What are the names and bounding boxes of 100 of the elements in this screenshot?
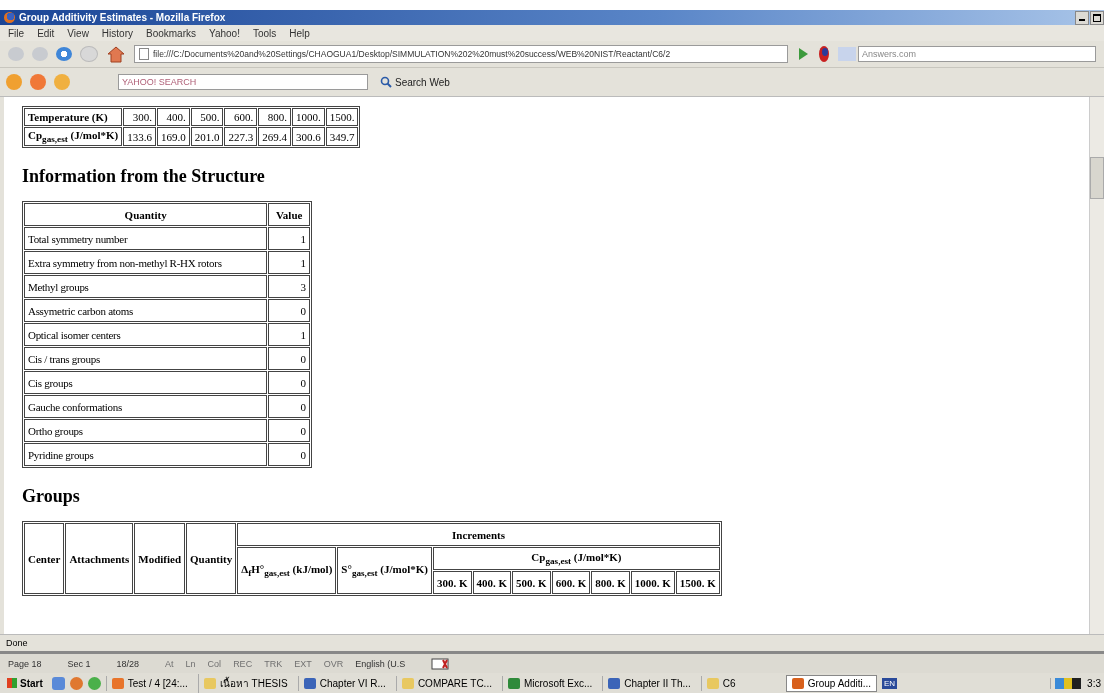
status-indicator: TRK bbox=[264, 658, 283, 669]
table-cell: 0 bbox=[268, 395, 310, 419]
column-header: Cp$_{gas,est}$ (J/mol*K) bbox=[433, 547, 720, 571]
table-cell: 133.6 bbox=[123, 127, 156, 147]
status-indicator: At bbox=[165, 658, 174, 669]
status-indicator: Sec 1 bbox=[67, 658, 91, 669]
table-cell: 0 bbox=[268, 419, 310, 443]
status-indicator: English (U.S bbox=[355, 658, 406, 669]
column-header: 1000. K bbox=[630, 571, 675, 595]
column-header: Attachments bbox=[65, 523, 134, 595]
table-cell: 269.4 bbox=[258, 127, 291, 147]
status-indicator: 18/28 bbox=[116, 658, 140, 669]
menu-item[interactable]: File bbox=[8, 27, 25, 39]
menu-item[interactable]: Tools bbox=[252, 27, 277, 39]
table-cell: Assymetric carbon atoms bbox=[24, 299, 268, 323]
taskbar-button[interactable]: Chapter VI R... bbox=[297, 675, 391, 691]
taskbar-button[interactable]: COMPARE TC... bbox=[395, 675, 497, 691]
table-cell: 0 bbox=[268, 347, 310, 371]
start-button[interactable]: Start bbox=[3, 675, 47, 691]
column-header: Value bbox=[268, 203, 310, 227]
address-field[interactable]: file:///C:/Documents%20and%20Settings/CHAOGUA1/Desktop/SIMMULATION%202%20must%20success/WEB%20NIST/Reactant/C6/2 bbox=[134, 45, 788, 63]
table-cell: 0 bbox=[268, 299, 310, 323]
table-cell: 300. bbox=[123, 108, 156, 126]
status-indicator: Ln bbox=[185, 658, 196, 669]
column-header: Center bbox=[24, 523, 65, 595]
book-icon bbox=[431, 657, 450, 670]
table-cell: Total symmetry number bbox=[24, 227, 268, 251]
taskbar-button[interactable]: C6 bbox=[700, 675, 741, 691]
table-cell: 1 bbox=[268, 251, 310, 275]
firefox-icon bbox=[4, 12, 15, 23]
table-cell: Extra symmetry from non-methyl R-HX rotors bbox=[24, 251, 268, 275]
column-header: Quantity bbox=[24, 203, 268, 227]
taskbar-button[interactable]: Chapter II Th... bbox=[602, 675, 696, 691]
table-cell: Pyridine groups bbox=[24, 443, 268, 467]
section-heading: Groups bbox=[22, 486, 81, 508]
table-cell: 349.7 bbox=[325, 127, 359, 147]
search-button[interactable]: Search Web bbox=[376, 74, 454, 90]
scrollbar[interactable] bbox=[1089, 97, 1104, 634]
table-cell: 800. bbox=[258, 108, 291, 126]
table-cell: 227.3 bbox=[224, 127, 258, 147]
menu-item[interactable]: Bookmarks bbox=[146, 27, 196, 39]
table-cell: 1 bbox=[268, 227, 310, 251]
table-cell: 169.0 bbox=[156, 127, 190, 147]
table-cell: 201.0 bbox=[190, 127, 224, 147]
window-title: Group Additivity Estimates - Mozilla Firefox bbox=[19, 12, 227, 23]
maximize-button[interactable] bbox=[1090, 10, 1104, 25]
table-cell: Cis / trans groups bbox=[24, 347, 268, 371]
menu-item[interactable]: History bbox=[101, 27, 133, 39]
status-indicator: Col bbox=[207, 658, 222, 669]
taskbar-button[interactable]: Group Additi... bbox=[785, 674, 877, 692]
status-indicator: OVR bbox=[323, 658, 344, 669]
column-header: 600. K bbox=[551, 571, 591, 595]
table-cell: 3 bbox=[268, 275, 310, 299]
table-cell: Gauche conformations bbox=[24, 395, 268, 419]
table-cell: Methyl groups bbox=[24, 275, 268, 299]
table-cell: 1500. bbox=[325, 108, 359, 126]
column-header: 1500. K bbox=[675, 571, 720, 595]
search-icon bbox=[380, 76, 392, 88]
menu-item[interactable]: Help bbox=[289, 27, 310, 39]
menu-item[interactable]: Edit bbox=[37, 27, 55, 39]
column-header: Δ$_{f}$H°$_{gas,est}$ (kJ/mol) bbox=[237, 547, 337, 595]
table-cell: 1000. bbox=[291, 108, 325, 126]
search-field[interactable]: Answers.com bbox=[858, 46, 1096, 62]
table-header-cell: Temperature (K) bbox=[24, 108, 123, 126]
column-header: Modified bbox=[134, 523, 186, 595]
column-header: 500. K bbox=[512, 571, 551, 595]
clock: 3:3 bbox=[1087, 677, 1101, 689]
bug-icon[interactable] bbox=[818, 45, 830, 63]
minimize-button[interactable] bbox=[1075, 10, 1089, 25]
column-header: S°$_{gas,est}$ (J/mol*K) bbox=[337, 547, 432, 595]
table-header-cell: Cp$_{gas,est}$ (J/mol*K) bbox=[24, 127, 123, 147]
taskbar-button[interactable]: Microsoft Exc... bbox=[501, 675, 598, 691]
menu-item[interactable]: Yahoo! bbox=[209, 27, 240, 39]
menu-item[interactable]: View bbox=[67, 27, 89, 39]
table-cell: 300.6 bbox=[291, 127, 325, 147]
table-cell: 500. bbox=[190, 108, 224, 126]
home-icon[interactable] bbox=[106, 45, 126, 63]
status-indicator: Page 18 bbox=[8, 658, 42, 669]
table-cell: Optical isomer centers bbox=[24, 323, 268, 347]
tray-icon[interactable] bbox=[1055, 677, 1082, 689]
column-header: Increments bbox=[237, 523, 720, 547]
table-cell: 0 bbox=[268, 443, 310, 467]
language-indicator[interactable]: EN bbox=[882, 677, 898, 689]
table-cell: 1 bbox=[268, 323, 310, 347]
column-header: 800. K bbox=[591, 571, 630, 595]
column-header: Quantity bbox=[186, 523, 237, 595]
table-cell: Ortho groups bbox=[24, 419, 268, 443]
taskbar-button[interactable]: Test / 4 [24:... bbox=[105, 675, 193, 691]
status-text: Done bbox=[6, 638, 28, 648]
column-header: 400. K bbox=[472, 571, 512, 595]
table-cell: 600. bbox=[224, 108, 258, 126]
table-cell: Cis groups bbox=[24, 371, 268, 395]
table-cell: 0 bbox=[268, 371, 310, 395]
section-heading: Information from the Structure bbox=[22, 166, 266, 188]
table-cell: 400. bbox=[156, 108, 190, 126]
status-indicator: REC bbox=[233, 658, 253, 669]
go-icon[interactable] bbox=[796, 46, 810, 62]
taskbar-button[interactable]: เนื้อหา THESIS bbox=[197, 673, 293, 693]
status-indicator: EXT bbox=[294, 658, 312, 669]
search-field[interactable]: YAHOO! SEARCH bbox=[118, 74, 368, 90]
